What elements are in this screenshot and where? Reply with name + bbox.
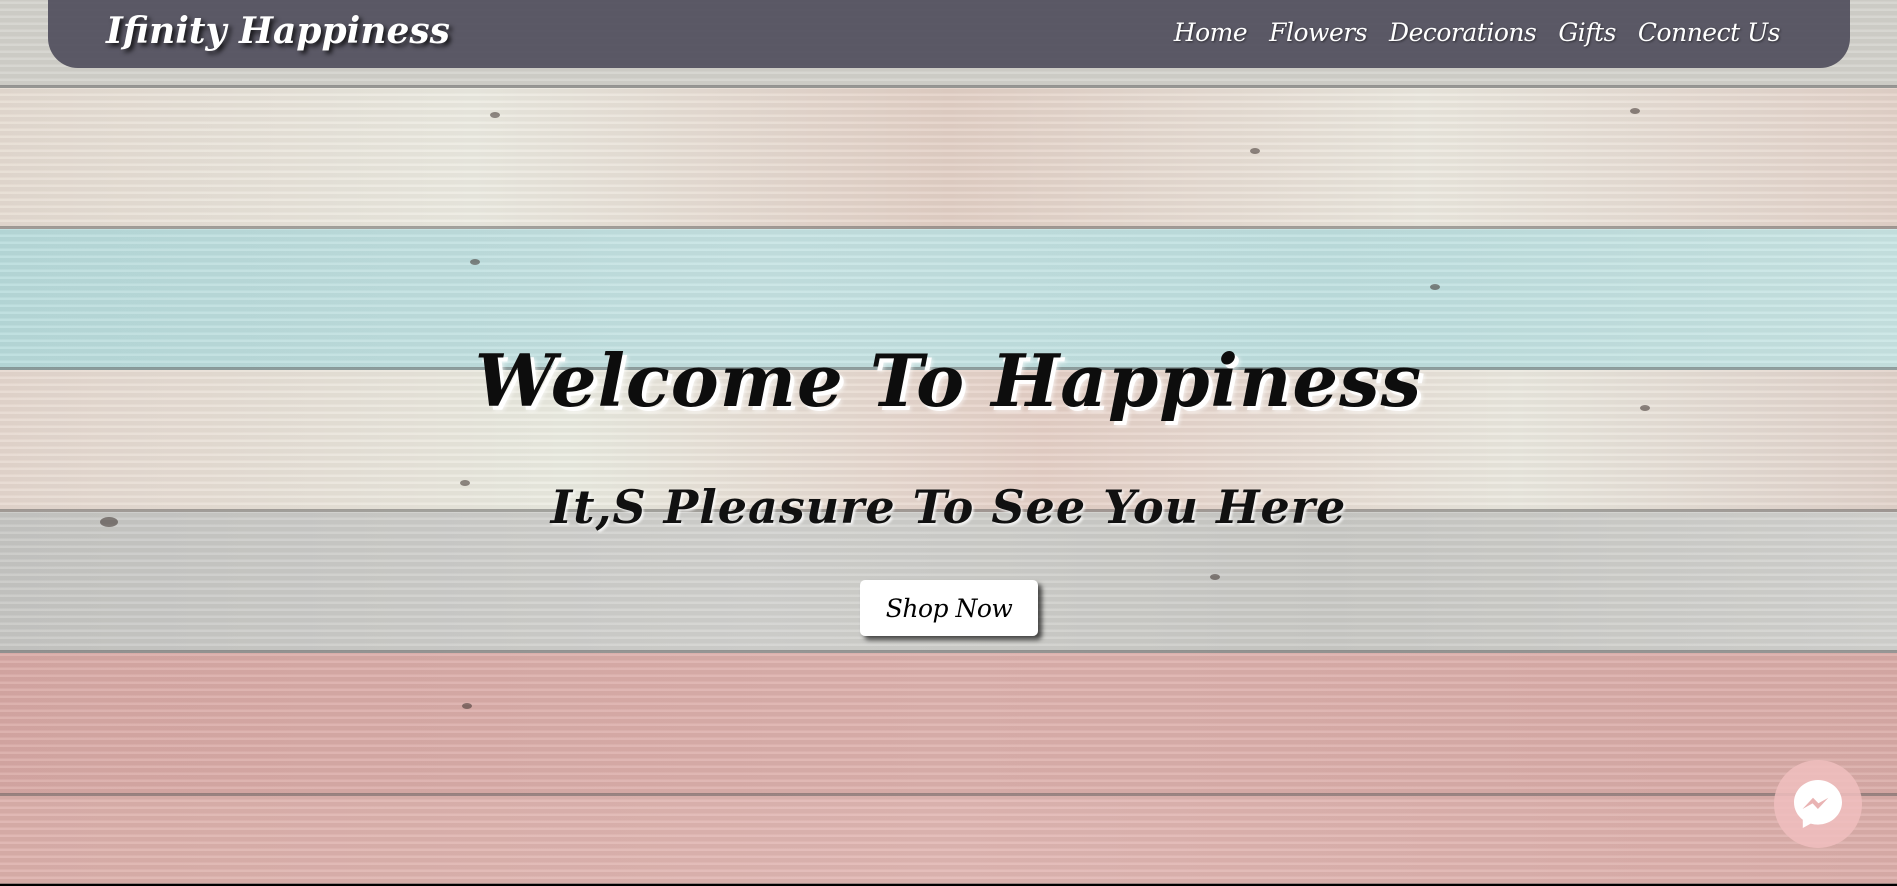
navbar: Ifinity Happiness Home Flowers Decoratio… — [48, 0, 1850, 68]
messenger-icon — [1794, 780, 1842, 828]
hero-subtitle: It,S Pleasure To See You Here — [550, 480, 1347, 534]
wood-plank — [0, 653, 1897, 796]
brand-logo[interactable]: Ifinity Happiness — [106, 10, 450, 52]
nav-link-decorations[interactable]: Decorations — [1389, 18, 1537, 47]
nav-link-flowers[interactable]: Flowers — [1269, 18, 1367, 47]
nav-link-connect-us[interactable]: Connect Us — [1638, 18, 1781, 47]
hero-title: Welcome To Happiness — [474, 338, 1423, 423]
wood-plank — [0, 88, 1897, 229]
messenger-chat-button[interactable] — [1774, 760, 1862, 848]
nav-links: Home Flowers Decorations Gifts Connect U… — [1174, 18, 1781, 47]
shop-now-button[interactable]: Shop Now — [860, 580, 1038, 636]
hero-background — [0, 0, 1897, 886]
nav-link-gifts[interactable]: Gifts — [1558, 18, 1616, 47]
nav-link-home[interactable]: Home — [1174, 18, 1248, 47]
wood-plank — [0, 796, 1897, 886]
